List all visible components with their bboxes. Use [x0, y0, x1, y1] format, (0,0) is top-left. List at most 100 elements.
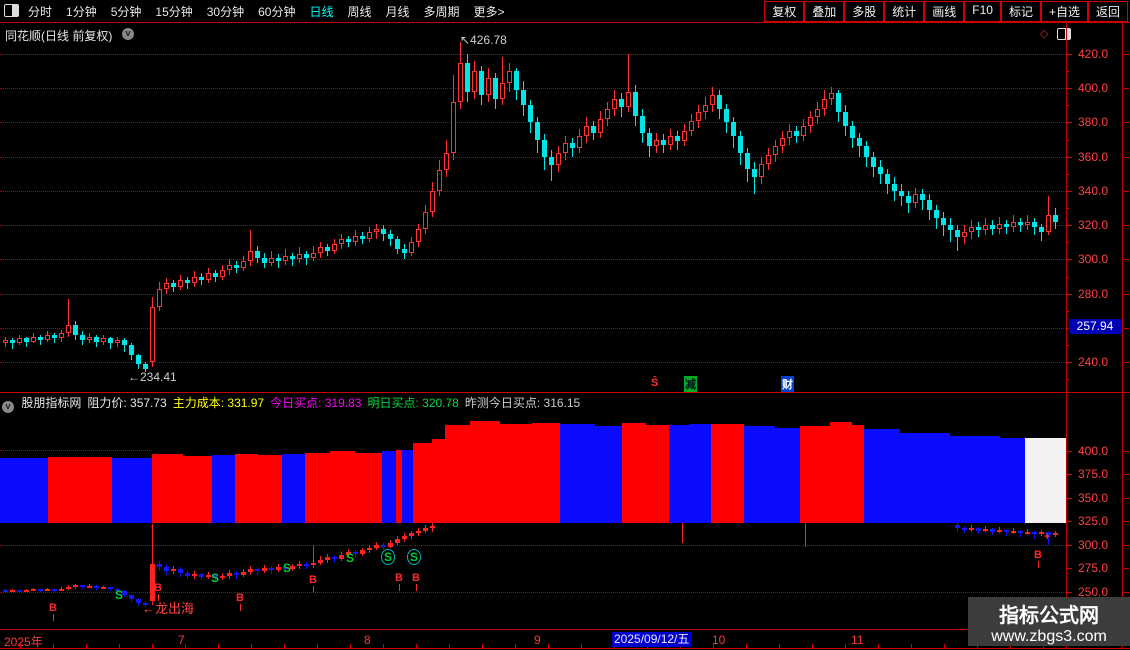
period-item[interactable]: 更多>	[474, 3, 505, 20]
candle-body	[542, 139, 547, 157]
trend-band-segment	[413, 443, 432, 523]
candle-body	[80, 334, 85, 340]
candle-body	[682, 131, 687, 142]
candle-body	[402, 249, 407, 253]
axis-right-border	[1122, 23, 1123, 648]
candle-body	[549, 156, 554, 166]
candle-body	[626, 91, 631, 108]
action-button[interactable]: 复权	[764, 1, 805, 22]
candle-body	[129, 345, 134, 356]
candle-body	[717, 95, 722, 109]
main-candlestick-chart[interactable]: ↖426.78 ←234.41 Ŝ 减 财	[0, 23, 1066, 392]
period-item[interactable]: 周线	[347, 3, 371, 20]
action-button[interactable]: 画线	[924, 1, 965, 22]
candle-body	[955, 230, 960, 238]
mini-candle-body	[1004, 529, 1009, 533]
time-axis-label: 7	[178, 633, 185, 647]
mini-candle-body	[997, 529, 1002, 532]
candle-body	[213, 273, 218, 277]
candle-body	[423, 211, 428, 229]
axis-label: 340.0	[1078, 183, 1109, 198]
mini-candle-body	[276, 567, 281, 571]
candle-body	[773, 146, 778, 155]
trend-band-segment	[305, 452, 330, 523]
trend-band-segment	[595, 426, 622, 523]
action-button[interactable]: 返回	[1087, 1, 1128, 22]
period-item[interactable]: 60分钟	[258, 3, 295, 20]
candle-body	[458, 62, 463, 102]
mini-candle-body	[395, 539, 400, 543]
candle-body	[801, 125, 806, 137]
candle-body	[857, 137, 862, 147]
candle-body	[17, 338, 22, 344]
mini-candle-body	[423, 527, 428, 531]
trend-band-segment	[0, 458, 48, 523]
action-button[interactable]: F10	[964, 1, 1001, 22]
candle-body	[941, 218, 946, 226]
candle-body	[52, 334, 57, 339]
period-item[interactable]: 分时	[28, 3, 52, 20]
mini-candle-body	[108, 587, 113, 589]
candle-body	[843, 112, 848, 126]
action-button[interactable]: 标记	[1000, 1, 1041, 22]
candle-body	[143, 363, 148, 370]
action-button[interactable]: 多股	[844, 1, 885, 22]
candle-body	[311, 252, 316, 258]
price-annotation: ↖426.78	[460, 33, 507, 47]
candle-wick	[922, 189, 923, 210]
candle-body	[381, 228, 386, 234]
axis-label: 300.0	[1078, 537, 1109, 552]
candle-body	[3, 339, 8, 344]
action-button[interactable]: 叠加	[804, 1, 845, 22]
candle-body	[640, 115, 645, 133]
candle-body	[472, 71, 477, 92]
indicator-label-row: v 股朋指标网 阻力价: 357.73 主力成本: 331.97 今日买点: 319.…	[0, 394, 1066, 413]
candle-body	[1046, 214, 1051, 233]
candle-body	[479, 71, 484, 96]
gridline	[0, 259, 1066, 261]
candle-body	[521, 89, 526, 106]
candle-body	[647, 132, 652, 147]
candle-body	[794, 131, 799, 137]
time-axis[interactable]: 2025年 7 8 9 10 11	[0, 630, 1066, 649]
time-axis-label: 11	[851, 633, 864, 647]
axis-label: 400.0	[1078, 443, 1109, 458]
candle-body	[31, 336, 36, 342]
candle-body	[234, 264, 239, 269]
period-item[interactable]: 月线	[386, 3, 410, 20]
buy-signal-marker: B	[235, 592, 245, 611]
candle-body	[1039, 226, 1044, 233]
candle-body	[997, 223, 1002, 229]
period-item[interactable]: 1分钟	[66, 3, 97, 20]
watermark-site-name: 指标公式网	[999, 605, 1099, 627]
action-button[interactable]: +自选	[1040, 1, 1088, 22]
axis-tick	[1124, 568, 1129, 570]
candle-body	[731, 122, 736, 137]
candle-body	[297, 254, 302, 260]
candle-body	[990, 225, 995, 229]
period-item[interactable]: 30分钟	[207, 3, 244, 20]
signal-letter: 减	[684, 376, 697, 392]
indicator-panel[interactable]: S S S S S S B B B B B B B + ←龙出海	[0, 410, 1066, 629]
candle-body	[10, 339, 15, 344]
mini-candle-body	[332, 556, 337, 559]
candle-body	[24, 338, 29, 342]
period-item[interactable]: 15分钟	[155, 3, 192, 20]
period-item[interactable]: 多周期	[424, 3, 460, 20]
action-button[interactable]: 统计	[884, 1, 925, 22]
mini-candle-body	[962, 527, 967, 530]
candle-body	[906, 196, 911, 203]
mini-candle-body	[171, 569, 176, 572]
plus-marker: +	[1044, 531, 1051, 543]
mini-candle-body	[416, 530, 421, 534]
window-split-icon[interactable]	[4, 4, 19, 17]
trend-band-segment	[402, 449, 413, 523]
candle-body	[752, 168, 757, 178]
candle-body	[710, 95, 715, 106]
period-item[interactable]: 5分钟	[111, 3, 142, 20]
candle-body	[934, 209, 939, 219]
candle-body	[353, 235, 358, 243]
period-item[interactable]: 日线	[309, 3, 333, 20]
mini-candle-body	[969, 527, 974, 530]
gridline	[0, 122, 1066, 124]
